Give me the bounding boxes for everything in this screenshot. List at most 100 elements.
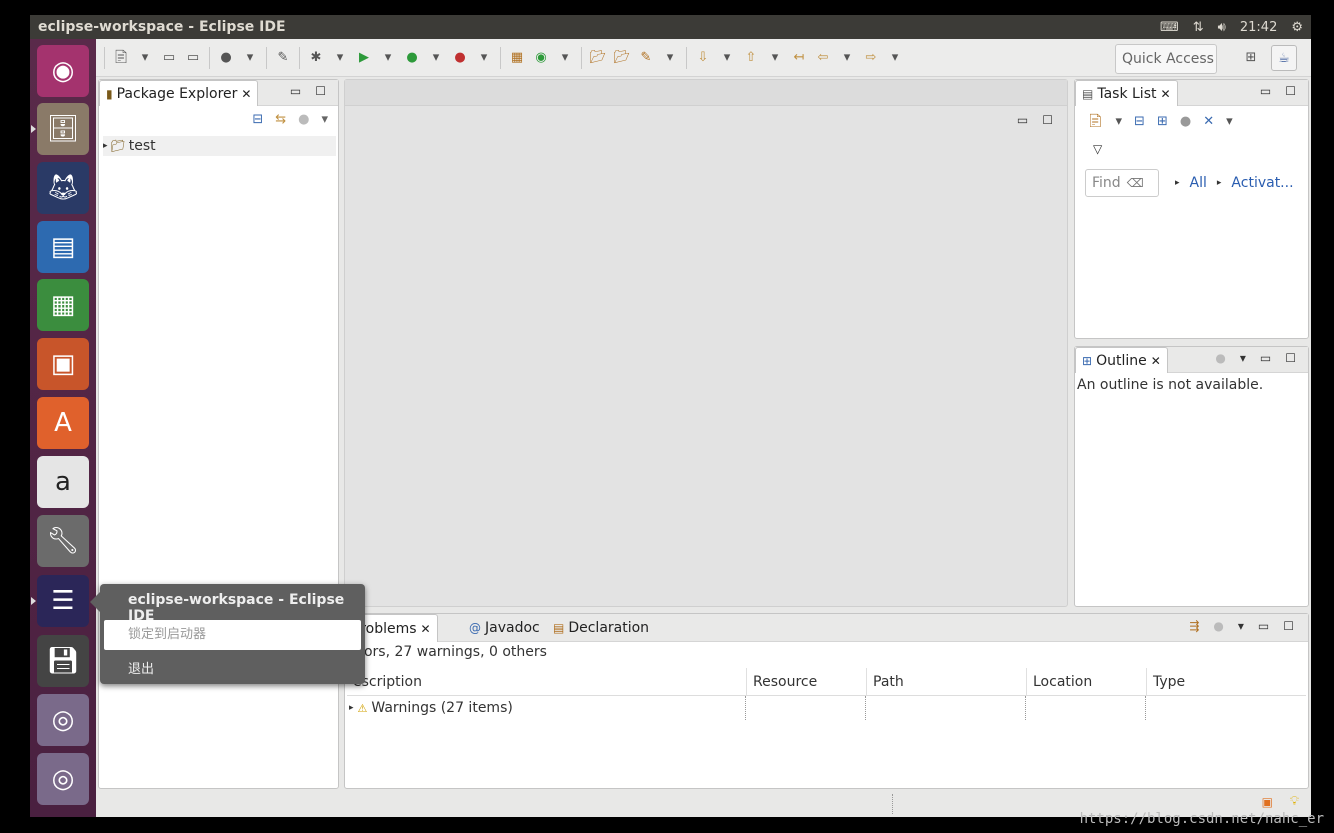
chevron-down-icon[interactable]: ▾ xyxy=(766,50,784,66)
column-resource[interactable]: Resource xyxy=(747,668,867,696)
calc-icon[interactable]: ▦ xyxy=(37,279,89,331)
quick-access-input[interactable]: Quick Access xyxy=(1115,44,1217,74)
view-menu-icon[interactable]: ▾ xyxy=(1240,351,1246,365)
hide-completed-icon[interactable]: ✕ xyxy=(1203,114,1214,129)
link-editor-icon[interactable]: ⇆ xyxy=(275,112,286,127)
save-all-icon[interactable]: ▭ xyxy=(184,50,202,66)
column-path[interactable]: Path xyxy=(867,668,1027,696)
impress-icon[interactable]: ▣ xyxy=(37,338,89,390)
minimize-icon[interactable]: ▭ xyxy=(1017,113,1028,127)
debug-icon[interactable]: ✱ xyxy=(307,50,325,66)
open-task-icon[interactable]: 📂︎ xyxy=(613,50,631,66)
minimize-icon[interactable]: ▭ xyxy=(290,84,301,98)
chevron-down-icon[interactable]: ▾ xyxy=(556,50,574,66)
close-icon[interactable]: ✕ xyxy=(1160,87,1170,101)
minimize-icon[interactable]: ▭ xyxy=(1260,84,1271,98)
expand-icon[interactable]: ▸ xyxy=(103,141,108,151)
chevron-down-icon[interactable]: ▾ xyxy=(427,50,445,66)
lock-to-launcher-item[interactable]: 锁定到启动器 xyxy=(104,620,361,650)
network-icon[interactable]: ⇅ xyxy=(1193,20,1204,35)
close-icon[interactable]: ✕ xyxy=(421,622,431,636)
dvd-icon-2[interactable]: ◎ xyxy=(37,753,89,805)
find-input[interactable]: Find ⌫ xyxy=(1085,169,1159,197)
filter-icon[interactable]: ⇶ xyxy=(1189,619,1199,633)
eclipse-icon[interactable]: ☰ xyxy=(37,575,89,627)
maximize-icon[interactable]: ☐ xyxy=(315,84,326,98)
clear-icon[interactable]: ⌫ xyxy=(1127,176,1144,190)
focus-icon[interactable]: ● xyxy=(1215,351,1225,365)
chevron-down-icon[interactable]: ▾ xyxy=(1116,114,1123,129)
table-row[interactable]: ▸ ⚠ Warnings (27 items) xyxy=(347,696,1306,720)
chevron-down-icon[interactable]: ▾ xyxy=(661,50,679,66)
filter-all-link[interactable]: All xyxy=(1190,175,1207,191)
maximize-icon[interactable]: ☐ xyxy=(1285,351,1296,365)
column-description[interactable]: escription xyxy=(347,668,747,696)
new-class-icon[interactable]: ◉ xyxy=(532,50,550,66)
tree-item[interactable]: ▸ 📁︎ test xyxy=(103,136,336,156)
chevron-down-icon[interactable]: ▽ xyxy=(1093,142,1102,156)
new-task-icon[interactable]: 📄︎ xyxy=(1087,114,1104,129)
chevron-down-icon[interactable]: ▾ xyxy=(475,50,493,66)
open-type-icon[interactable]: 📂︎ xyxy=(589,50,607,66)
writer-icon[interactable]: ▤ xyxy=(37,221,89,273)
forward-icon[interactable]: ⇨ xyxy=(862,50,880,66)
new-package-icon[interactable]: ▦ xyxy=(508,50,526,66)
minimize-icon[interactable]: ▭ xyxy=(1258,619,1269,633)
maximize-icon[interactable]: ☐ xyxy=(1042,113,1053,127)
tab-task-list[interactable]: ▤ Task List ✕ xyxy=(1075,80,1178,106)
categorized-icon[interactable]: ⊟ xyxy=(1134,114,1145,129)
column-location[interactable]: Location xyxy=(1027,668,1147,696)
close-icon[interactable]: ✕ xyxy=(1151,354,1161,368)
search-icon[interactable]: ✎ xyxy=(637,50,655,66)
java-perspective-icon[interactable]: ☕︎ xyxy=(1271,45,1297,71)
maximize-icon[interactable]: ☐ xyxy=(1283,619,1294,633)
chevron-down-icon[interactable]: ▾ xyxy=(718,50,736,66)
filter-activate-link[interactable]: Activat... xyxy=(1231,175,1293,191)
user-icon[interactable]: ● xyxy=(217,50,235,66)
chevron-down-icon[interactable]: ▾ xyxy=(379,50,397,66)
dvd-icon[interactable]: ◎ xyxy=(37,694,89,746)
tab-package-explorer[interactable]: ▮ Package Explorer ✕ xyxy=(99,80,259,106)
keyboard-icon[interactable]: ⌨ xyxy=(1160,20,1179,35)
collapse-all-icon[interactable]: ⊟ xyxy=(252,112,263,127)
close-icon[interactable]: ✕ xyxy=(241,87,251,101)
view-menu-icon[interactable]: ▾ xyxy=(321,112,328,127)
tab-declaration[interactable]: ▤ Declaration xyxy=(547,614,655,642)
quit-item[interactable]: 退出 xyxy=(128,658,154,677)
view-menu-icon[interactable]: ▾ xyxy=(1226,114,1233,129)
volume-icon[interactable]: 🔊︎ xyxy=(1218,20,1226,35)
maximize-icon[interactable]: ☐ xyxy=(1285,84,1296,98)
minimize-icon[interactable]: ▭ xyxy=(1260,351,1271,365)
files-icon[interactable]: 🗄︎ xyxy=(37,103,89,155)
coverage-icon[interactable]: ● xyxy=(403,50,421,66)
scheduled-icon[interactable]: ⊞ xyxy=(1157,114,1168,129)
rss-icon[interactable]: ▣ xyxy=(1262,795,1273,809)
back-icon[interactable]: ⇦ xyxy=(814,50,832,66)
skip-breakpoints-icon[interactable]: ✎ xyxy=(274,50,292,66)
amazon-icon[interactable]: a xyxy=(37,456,89,508)
tab-outline[interactable]: ⊞ Outline ✕ xyxy=(1075,347,1168,373)
save-icon[interactable]: ▭ xyxy=(160,50,178,66)
software-center-icon[interactable]: A xyxy=(37,397,89,449)
lightbulb-icon[interactable]: 💡︎ xyxy=(1290,794,1299,809)
ubuntu-dash-icon[interactable]: ◉ xyxy=(37,45,89,97)
prev-annotation-icon[interactable]: ⇧ xyxy=(742,50,760,66)
chevron-down-icon[interactable]: ▾ xyxy=(241,50,259,66)
last-edit-icon[interactable]: ↤ xyxy=(790,50,808,66)
chevron-down-icon[interactable]: ▾ xyxy=(136,50,154,66)
chevron-down-icon[interactable]: ▾ xyxy=(331,50,349,66)
focus-icon[interactable]: ● xyxy=(1180,114,1191,129)
chevron-down-icon[interactable]: ▾ xyxy=(886,50,904,66)
next-annotation-icon[interactable]: ⇩ xyxy=(694,50,712,66)
focus-icon[interactable]: ● xyxy=(1213,619,1223,633)
open-perspective-icon[interactable]: ⊞ xyxy=(1242,49,1260,65)
external-tools-icon[interactable]: ● xyxy=(451,50,469,66)
clock[interactable]: 21:42 xyxy=(1240,20,1277,35)
settings-icon[interactable]: 🔧︎ xyxy=(37,515,89,567)
gear-icon[interactable]: ⚙ xyxy=(1291,20,1303,35)
column-type[interactable]: Type xyxy=(1147,668,1307,696)
new-icon[interactable]: 📄︎ xyxy=(112,50,130,66)
firefox-icon[interactable]: 🦊︎ xyxy=(37,162,89,214)
run-icon[interactable]: ▶ xyxy=(355,50,373,66)
expand-icon[interactable]: ▸ xyxy=(349,703,354,713)
